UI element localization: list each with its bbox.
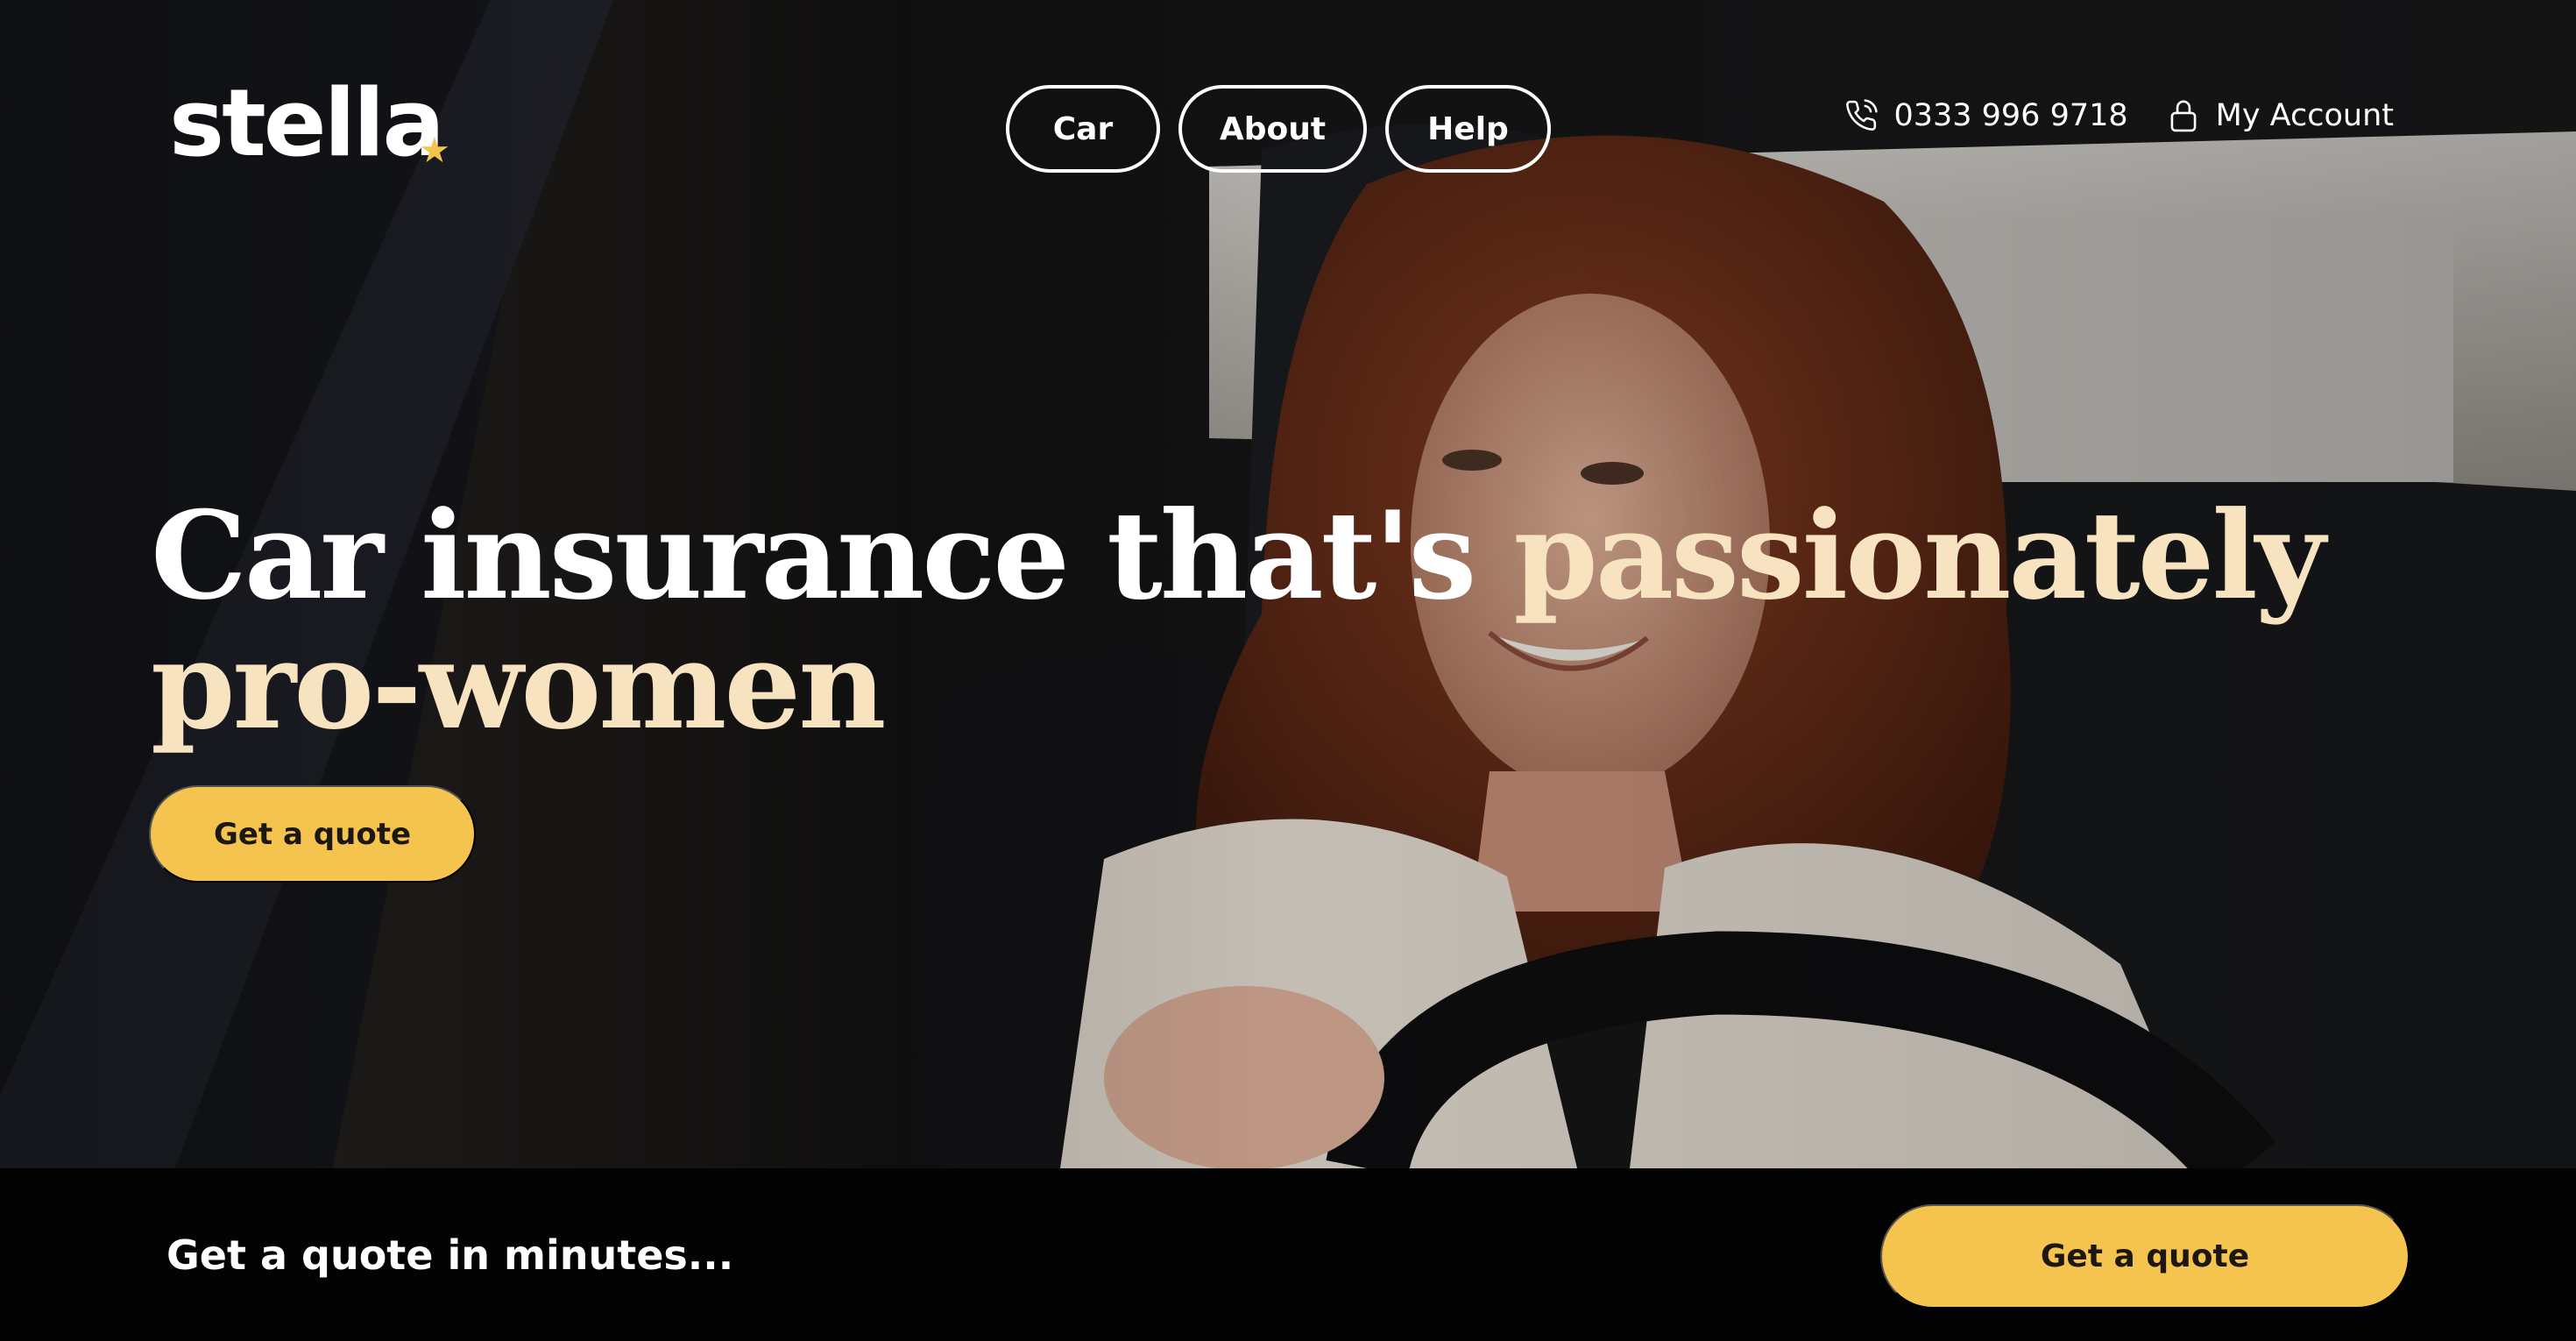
bar-get-quote-button[interactable]: Get a quote xyxy=(1880,1204,2410,1309)
nav-car-button[interactable]: Car xyxy=(1006,85,1160,173)
my-account-link[interactable]: My Account xyxy=(2167,98,2394,133)
phone-number: 0333 996 9718 xyxy=(1893,98,2128,133)
hero-headline: Car insurance that's passionately pro-wo… xyxy=(151,491,2341,750)
hero-get-quote-button[interactable]: Get a quote xyxy=(149,785,476,883)
phone-link[interactable]: 0333 996 9718 xyxy=(1844,98,2128,133)
logo-star-icon: ★ xyxy=(419,131,450,170)
sticky-quote-bar: Get a quote in minutes... Get a quote xyxy=(0,1168,2576,1341)
main-nav: Car About Help xyxy=(1006,85,1551,173)
hero-section: stella ★ Car About Help 0333 996 9718 My… xyxy=(0,0,2576,1168)
stella-logo[interactable]: stella xyxy=(169,77,445,170)
quote-bar-text: Get a quote in minutes... xyxy=(166,1231,734,1279)
nav-about-button[interactable]: About xyxy=(1178,85,1367,173)
utility-links: 0333 996 9718 My Account xyxy=(1844,98,2394,133)
phone-icon xyxy=(1844,99,1879,132)
page: stella ★ Car About Help 0333 996 9718 My… xyxy=(0,0,2576,1341)
nav-help-button[interactable]: Help xyxy=(1385,85,1551,173)
logo-wordmark: stella xyxy=(169,69,445,177)
lock-icon xyxy=(2167,98,2200,133)
headline-plain: Car insurance that's xyxy=(151,484,1514,627)
my-account-label: My Account xyxy=(2215,98,2394,133)
